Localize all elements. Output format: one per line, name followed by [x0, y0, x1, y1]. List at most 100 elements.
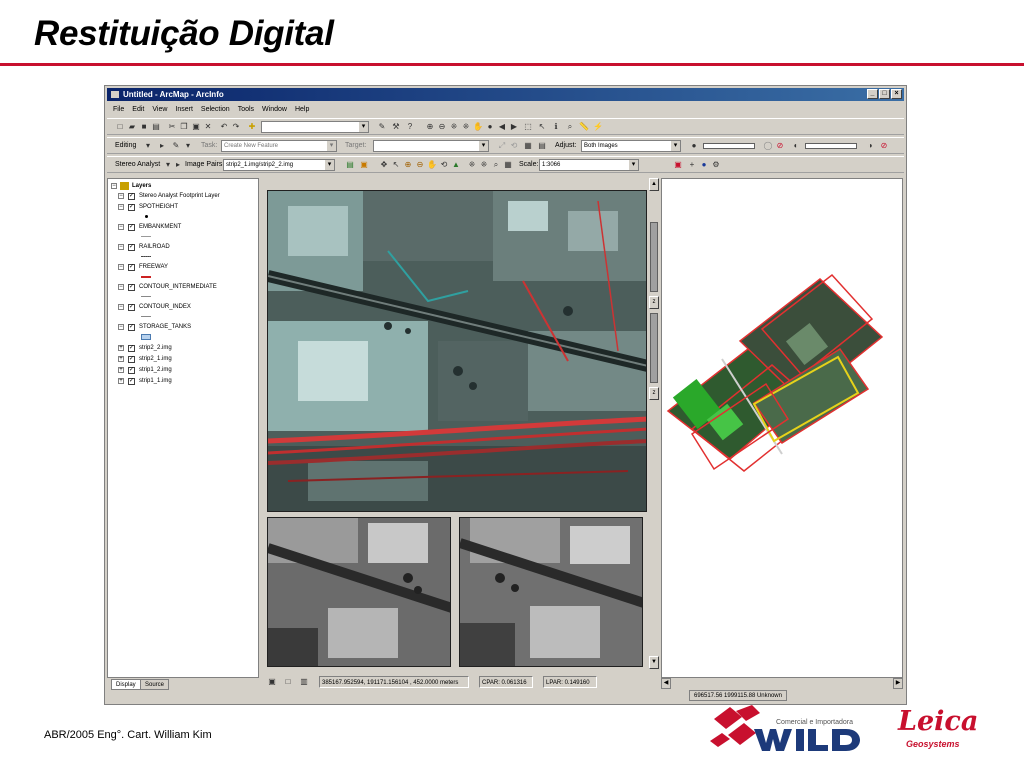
layer-visible-checkbox[interactable]: ✓	[128, 244, 135, 251]
delete-icon[interactable]: ✕	[203, 122, 213, 132]
scroll-marker[interactable]: z	[649, 296, 659, 309]
brightness-slider[interactable]	[703, 143, 755, 149]
menu-edit[interactable]: Edit	[132, 103, 144, 117]
scroll-right-arrow-icon[interactable]: ▶	[893, 678, 903, 689]
zoom-box-icon[interactable]: ⌕	[491, 160, 501, 170]
sketch-properties-icon[interactable]: ▤	[537, 141, 547, 151]
toc-layer-contour-intermediate[interactable]: − ✓ CONTOUR_INTERMEDIATE	[108, 282, 258, 293]
back-extent-icon[interactable]: ◀	[497, 122, 507, 132]
new-document-icon[interactable]: □	[115, 122, 125, 132]
toc-layer-spotheight[interactable]: − ✓ SPOTHEIGHT	[108, 202, 258, 213]
rotate-tool-icon[interactable]: ⟲	[509, 141, 519, 151]
layer-visible-checkbox[interactable]: ✓	[128, 204, 135, 211]
menu-selection[interactable]: Selection	[201, 103, 230, 117]
roam-icon[interactable]: ✥	[379, 160, 389, 170]
redo-icon[interactable]: ↷	[231, 122, 241, 132]
dual-view-icon[interactable]: ▥	[299, 677, 309, 687]
expand-icon[interactable]: −	[118, 244, 124, 250]
left-image-view[interactable]	[267, 517, 451, 667]
print-icon[interactable]: ▤	[151, 122, 161, 132]
contrast-slider[interactable]	[805, 143, 857, 149]
menu-view[interactable]: View	[152, 103, 167, 117]
layer-visible-checkbox[interactable]: ✓	[128, 224, 135, 231]
expand-icon[interactable]: −	[118, 264, 124, 270]
stereo-zoom-out-icon[interactable]: ⊖	[415, 160, 425, 170]
toc-layer-strip2-2[interactable]: + ✓ strip2_2.img	[108, 343, 258, 354]
scroll-thumb[interactable]	[650, 313, 658, 383]
tab-display[interactable]: Display	[111, 679, 141, 690]
stereo-zoom-in-icon[interactable]: ⊕	[403, 160, 413, 170]
toc-layer-embankment[interactable]: − ✓ EMBANKMENT	[108, 222, 258, 233]
layer-visible-checkbox[interactable]: ✓	[128, 193, 135, 200]
layer-visible-checkbox[interactable]: ✓	[128, 356, 135, 363]
reset-brightness-icon[interactable]: ◯	[763, 141, 773, 151]
paste-icon[interactable]: ▣	[191, 122, 201, 132]
layer-visible-checkbox[interactable]: ✓	[128, 264, 135, 271]
pan-icon[interactable]: ✋	[473, 122, 483, 132]
menu-insert[interactable]: Insert	[175, 103, 193, 117]
split-tool-icon[interactable]: ⤢	[497, 141, 507, 151]
toc-layer-strip1-2[interactable]: + ✓ strip1_2.img	[108, 365, 258, 376]
expand-icon[interactable]: +	[118, 356, 124, 362]
task-combo[interactable]: Create New Feature	[221, 140, 337, 152]
update-display-icon[interactable]: ▦	[503, 160, 513, 170]
cursor-color-icon[interactable]: ●	[699, 160, 709, 170]
fit-to-window-icon[interactable]: ⁜	[467, 160, 477, 170]
editor-toolbar-icon[interactable]: ✎	[377, 122, 387, 132]
hyperlink-icon[interactable]: ⚡	[593, 122, 603, 132]
expand-icon[interactable]: +	[118, 345, 124, 351]
stereo-select-icon[interactable]: ▸	[173, 160, 183, 170]
save-icon[interactable]: ■	[139, 122, 149, 132]
scale-combo[interactable]: 1:3066	[539, 159, 639, 171]
forward-extent-icon[interactable]: ▶	[509, 122, 519, 132]
zoom-1-to-1-icon[interactable]: ⁜	[479, 160, 489, 170]
editing-menu[interactable]: Editing	[115, 141, 136, 151]
adjust-combo[interactable]: Both Images	[581, 140, 681, 152]
stereo-view-scrollbar[interactable]: ▲ z z ▼	[649, 178, 659, 670]
add-feature-icon[interactable]: +	[687, 160, 697, 170]
layer-visible-checkbox[interactable]: ✓	[128, 378, 135, 385]
target-combo[interactable]	[373, 140, 489, 152]
zoom-in-icon[interactable]: ⊕	[425, 122, 435, 132]
identify-icon[interactable]: ℹ	[551, 122, 561, 132]
select-features-icon[interactable]: ⬚	[523, 122, 533, 132]
settings-gear-icon[interactable]: ⚙	[711, 160, 721, 170]
image-toggle-icon[interactable]: ▣	[267, 677, 277, 687]
find-icon[interactable]: ⌕	[565, 122, 575, 132]
contrast-icon[interactable]: ◐	[791, 141, 801, 151]
fixed-zoom-out-icon[interactable]: ⁜	[461, 122, 471, 132]
editing-dropdown-icon[interactable]: ▾	[143, 141, 153, 151]
overview-horizontal-scrollbar[interactable]: ◀ ▶	[661, 678, 903, 689]
fixed-cursor-icon[interactable]: ↖	[391, 160, 401, 170]
stereo-dropdown-icon[interactable]: ▾	[163, 160, 173, 170]
stereo-pan-icon[interactable]: ✋	[427, 160, 437, 170]
map-scale-combo[interactable]	[261, 121, 369, 133]
right-image-view[interactable]	[459, 517, 643, 667]
close-button[interactable]: ×	[891, 89, 902, 99]
arctoolbox-icon[interactable]: ⚒	[391, 122, 401, 132]
scroll-thumb[interactable]	[650, 222, 658, 292]
invert-contrast-icon[interactable]: ◑	[865, 141, 875, 151]
stereo-anaglyph-view[interactable]	[267, 190, 647, 512]
whats-this-icon[interactable]: ?	[405, 122, 415, 132]
toc-layer-strip1-1[interactable]: + ✓ strip1_1.img	[108, 376, 258, 387]
scroll-down-arrow-icon[interactable]: ▼	[649, 656, 659, 669]
layer-visible-checkbox[interactable]: ✓	[128, 284, 135, 291]
zoom-out-icon[interactable]: ⊖	[437, 122, 447, 132]
sketch-tool-icon[interactable]: ✎	[171, 141, 181, 151]
scroll-left-arrow-icon[interactable]: ◀	[661, 678, 671, 689]
stereo-analyst-menu[interactable]: Stereo Analyst	[115, 160, 160, 170]
terrain-following-icon[interactable]: ▲	[451, 160, 461, 170]
expand-icon[interactable]: −	[118, 204, 124, 210]
attributes-icon[interactable]: ▦	[523, 141, 533, 151]
stereo-mode-icon[interactable]: ▤	[345, 160, 355, 170]
layer-visible-checkbox[interactable]: ✓	[128, 304, 135, 311]
expand-icon[interactable]: −	[118, 224, 124, 230]
expand-icon[interactable]: −	[118, 324, 124, 330]
no-adjust-icon[interactable]: ⊘	[775, 141, 785, 151]
add-data-icon[interactable]: ✚	[247, 122, 257, 132]
expand-icon[interactable]: −	[118, 304, 124, 310]
layer-visible-checkbox[interactable]: ✓	[128, 345, 135, 352]
toc-layer-strip2-1[interactable]: + ✓ strip2_1.img	[108, 354, 258, 365]
layer-visible-checkbox[interactable]: ✓	[128, 367, 135, 374]
